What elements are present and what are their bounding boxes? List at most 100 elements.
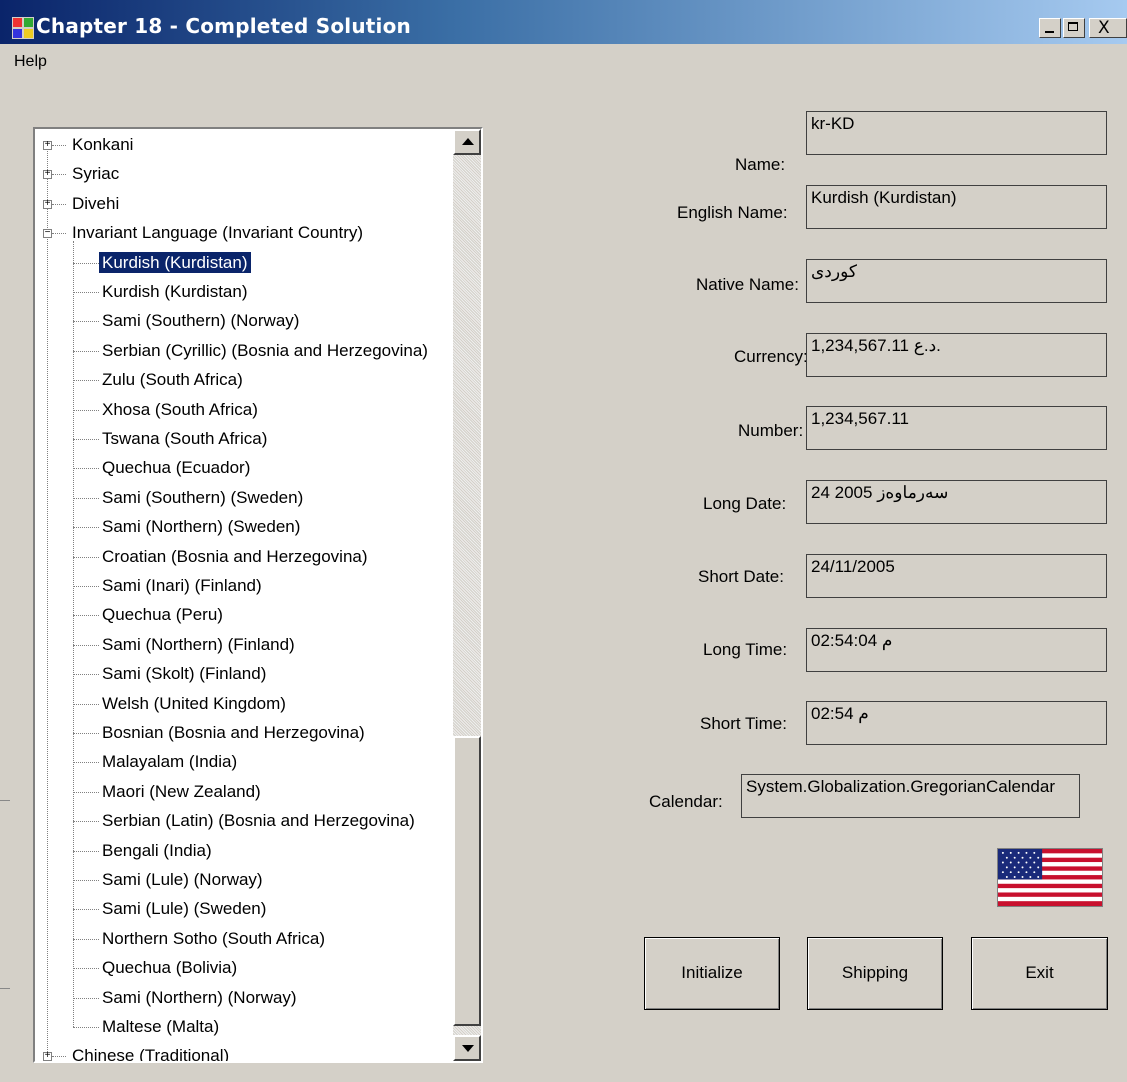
english-name-field: Kurdish (Kurdistan)	[806, 185, 1107, 229]
tree-node[interactable]: Sami (Lule) (Norway)	[99, 866, 266, 893]
tree-node[interactable]: Maori (New Zealand)	[99, 778, 264, 805]
tree-node-label: Welsh (United Kingdom)	[102, 693, 286, 713]
tree-node-label: Quechua (Ecuador)	[102, 458, 251, 478]
tree-content: Konkani + Syriac + Divehi + Invariant Language…	[35, 129, 453, 1061]
tree-node[interactable]: Tswana (South Africa)	[99, 425, 270, 452]
initialize-button[interactable]: Initialize	[644, 937, 780, 1010]
tree-connector	[73, 733, 99, 734]
scroll-down-button[interactable]	[453, 1035, 481, 1061]
tree-connector	[52, 174, 66, 176]
tree-node-label: Xhosa (South Africa)	[102, 399, 258, 419]
tree-node[interactable]: Serbian (Latin) (Bosnia and Herzegovina)	[99, 807, 418, 834]
expand-icon[interactable]: +	[43, 169, 52, 180]
shipping-button[interactable]: Shipping	[807, 937, 943, 1010]
tree-node-label: Sami (Skolt) (Finland)	[102, 664, 267, 684]
exit-button[interactable]: Exit	[971, 937, 1108, 1010]
tree-node-label: Tswana (South Africa)	[102, 429, 268, 448]
tree-node-label: Sami (Northern) (Sweden)	[102, 517, 301, 537]
tree-node[interactable]: Northern Sotho (South Africa)	[99, 925, 328, 952]
tree-node[interactable]: Malayalam (India)	[99, 748, 240, 775]
tree-node-label: Quechua (Peru)	[102, 605, 223, 625]
tree-connector	[73, 674, 99, 676]
tree-node[interactable]: Konkani	[69, 131, 136, 158]
tree-node[interactable]: Welsh (United Kingdom)	[99, 690, 289, 717]
tree-connector	[73, 321, 99, 323]
tree-node-label: Divehi	[72, 193, 120, 213]
tree-connector	[52, 233, 66, 235]
tree-connector	[52, 1056, 66, 1058]
tree-node[interactable]: Sami (Northern) (Finland)	[99, 631, 298, 658]
tree-node-label: Zulu (South Africa)	[102, 370, 243, 390]
tree-node[interactable]: Sami (Southern) (Sweden)	[99, 484, 306, 511]
tree-connector	[73, 439, 99, 440]
title-bar[interactable]: Chapter 18 - Completed Solution	[0, 0, 1127, 44]
tree-node[interactable]: Sami (Northern) (Norway)	[99, 984, 300, 1011]
tree-node-label: Malayalam (India)	[102, 752, 238, 772]
tree-node[interactable]: Sami (Skolt) (Finland)	[99, 660, 269, 687]
tree-connector	[73, 409, 99, 411]
tree-node-label: Bosnian (Bosnia and Herzegovina)	[102, 723, 365, 742]
currency-label: Currency:	[734, 347, 808, 366]
long-time-label: Long Time:	[703, 640, 788, 659]
tree-connector	[73, 350, 99, 352]
maximize-button[interactable]	[1063, 18, 1085, 38]
tree-connector	[52, 203, 66, 205]
minimize-button[interactable]	[1039, 18, 1061, 38]
expand-icon[interactable]: +	[43, 1051, 52, 1061]
calendar-label: Calendar:	[649, 792, 723, 811]
tree-connector	[73, 468, 99, 470]
tree-node[interactable]: Chinese (Traditional)	[69, 1042, 232, 1061]
tree-node[interactable]: Serbian (Cyrillic) (Bosnia and Herzegovi…	[99, 337, 431, 364]
tree-node[interactable]: Sami (Inari) (Finland)	[99, 572, 265, 599]
close-button[interactable]	[1089, 18, 1127, 38]
tree-node[interactable]: Invariant Language (Invariant Country)	[69, 219, 366, 246]
scroll-up-button[interactable]	[453, 129, 481, 155]
short-date-field: 24/11/2005	[806, 554, 1107, 598]
tree-node[interactable]: Zulu (South Africa)	[99, 366, 246, 393]
tree-node[interactable]: Sami (Northern) (Sweden)	[99, 513, 303, 540]
tree-node-label: Sami (Inari) (Finland)	[102, 576, 262, 595]
tree-node[interactable]: Syriac	[69, 160, 122, 187]
edge-artifact	[0, 800, 10, 801]
culture-tree[interactable]: Konkani + Syriac + Divehi + Invariant Language…	[33, 127, 483, 1063]
arrow-up-icon	[462, 138, 474, 145]
tree-node[interactable]: Bengali (India)	[99, 837, 215, 864]
tree-node-label: Maltese (Malta)	[102, 1017, 220, 1036]
tree-connector	[73, 556, 99, 558]
expand-icon[interactable]: +	[43, 140, 52, 150]
tree-node[interactable]: Sami (Lule) (Sweden)	[99, 895, 269, 922]
tree-node[interactable]: Quechua (Ecuador)	[99, 454, 253, 481]
name-field: kr-KD	[806, 111, 1107, 155]
scroll-thumb[interactable]	[453, 736, 481, 1026]
tree-node[interactable]: Xhosa (South Africa)	[99, 396, 261, 423]
tree-node[interactable]: Quechua (Bolivia)	[99, 954, 240, 981]
tree-connector	[73, 292, 99, 293]
tree-node[interactable]: Divehi	[69, 190, 122, 217]
tree-node-label: Sami (Southern) (Sweden)	[102, 487, 304, 507]
tree-connector	[73, 997, 99, 999]
tree-connector	[73, 586, 99, 587]
tree-connector	[73, 938, 99, 940]
tree-node-label: Kurdish (Kurdistan)	[102, 282, 248, 301]
tree-node[interactable]: Bosnian (Bosnia and Herzegovina)	[99, 719, 368, 746]
app-icon	[12, 17, 34, 39]
tree-node[interactable]: Quechua (Peru)	[99, 601, 226, 628]
menu-help[interactable]: Help	[14, 53, 47, 71]
name-label: Name:	[735, 155, 786, 174]
tree-node[interactable]: Croatian (Bosnia and Herzegovina)	[99, 543, 371, 570]
tree-node-label: Chinese (Traditional)	[72, 1046, 230, 1061]
collapse-icon[interactable]: −	[43, 228, 52, 239]
english-name-label: English Name:	[677, 203, 788, 222]
tree-scrollbar[interactable]	[453, 129, 481, 1061]
tree-node[interactable]: Maltese (Malta)	[99, 1013, 222, 1040]
tree-node[interactable]: Kurdish (Kurdistan)	[99, 278, 251, 305]
tree-connector	[73, 821, 99, 823]
tree-node-label: Maori (New Zealand)	[102, 781, 261, 801]
expand-icon[interactable]: +	[43, 198, 52, 209]
native-name-field: کوردی	[806, 259, 1107, 303]
tree-node[interactable]: Kurdish (Kurdistan)	[98, 249, 252, 276]
tree-node-label: Kurdish (Kurdistan)	[98, 250, 252, 274]
tree-connector	[73, 497, 99, 499]
tree-connector	[73, 527, 99, 529]
tree-node[interactable]: Sami (Southern) (Norway)	[99, 307, 302, 334]
